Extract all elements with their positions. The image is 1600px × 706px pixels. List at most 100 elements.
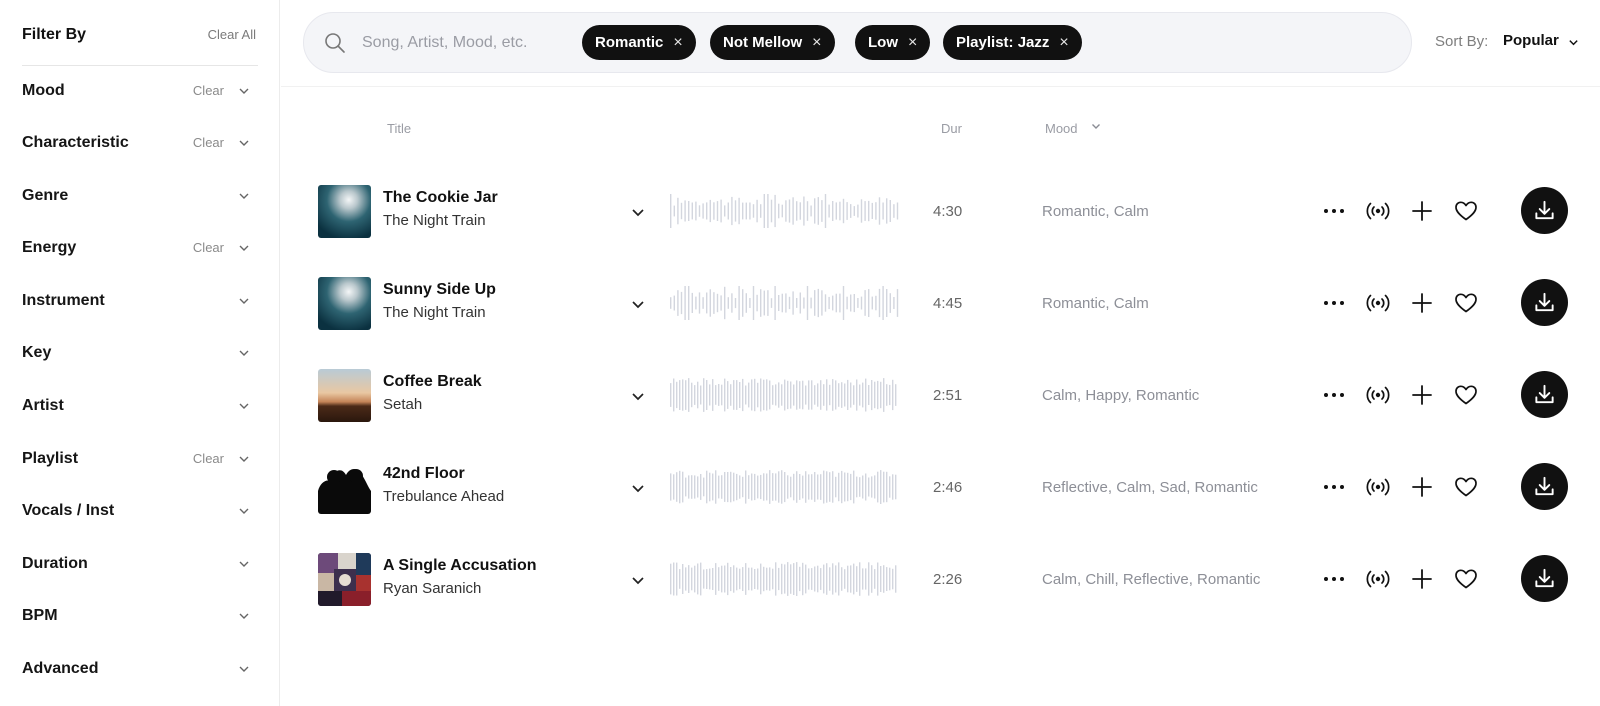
track-artist[interactable]: Setah <box>383 396 422 413</box>
heart-icon[interactable] <box>1453 198 1479 224</box>
filter-chip-playlist-jazz[interactable]: Playlist: Jazz × <box>943 25 1082 60</box>
download-button[interactable] <box>1521 371 1568 418</box>
track-title[interactable]: Sunny Side Up <box>383 281 496 299</box>
chevron-down-icon <box>239 561 249 567</box>
filter-playlist[interactable]: Playlist Clear <box>22 439 258 479</box>
track-row[interactable]: A Single Accusation Ryan Saranich 2:26 C… <box>281 533 1600 625</box>
filter-characteristic[interactable]: Characteristic Clear <box>22 123 258 163</box>
plus-icon[interactable] <box>1409 566 1435 592</box>
plus-icon[interactable] <box>1409 198 1435 224</box>
filter-label: Genre <box>22 187 69 204</box>
radio-broadcast-icon[interactable] <box>1365 290 1391 316</box>
chevron-down-icon[interactable] <box>630 388 646 404</box>
album-art[interactable] <box>318 277 371 330</box>
track-duration: 2:26 <box>933 571 963 588</box>
track-artist[interactable]: The Night Train <box>383 304 486 321</box>
track-row[interactable]: 42nd Floor Trebulance Ahead 2:46 Reflect… <box>281 441 1600 533</box>
column-header-mood[interactable]: Mood <box>1045 121 1078 136</box>
heart-icon[interactable] <box>1453 382 1479 408</box>
close-icon[interactable]: × <box>1059 25 1068 60</box>
plus-icon[interactable] <box>1409 382 1435 408</box>
filter-artist[interactable]: Artist <box>22 386 258 426</box>
radio-broadcast-icon[interactable] <box>1365 382 1391 408</box>
radio-broadcast-icon[interactable] <box>1365 198 1391 224</box>
track-artist[interactable]: Trebulance Ahead <box>383 488 504 505</box>
heart-icon[interactable] <box>1453 474 1479 500</box>
download-button[interactable] <box>1521 463 1568 510</box>
filter-sidebar: Filter By Clear All Mood Clear Character… <box>0 0 280 706</box>
track-moods: Romantic, Calm <box>1042 203 1149 220</box>
more-options-icon[interactable] <box>1321 474 1347 500</box>
radio-broadcast-icon[interactable] <box>1365 474 1391 500</box>
filter-advanced[interactable]: Advanced <box>22 649 258 689</box>
track-title[interactable]: 42nd Floor <box>383 465 465 483</box>
filter-instrument[interactable]: Instrument <box>22 281 258 321</box>
filter-key[interactable]: Key <box>22 333 258 373</box>
close-icon[interactable]: × <box>908 25 917 60</box>
more-options-icon[interactable] <box>1321 566 1347 592</box>
album-art[interactable] <box>318 369 371 422</box>
download-icon <box>1535 292 1554 312</box>
download-icon <box>1535 200 1554 220</box>
more-options-icon[interactable] <box>1321 198 1347 224</box>
chevron-down-icon[interactable] <box>1091 121 1101 131</box>
filter-clear-button[interactable]: Clear <box>193 451 224 466</box>
filter-clear-button[interactable]: Clear <box>193 240 224 255</box>
album-art[interactable] <box>318 553 371 606</box>
track-row[interactable]: The Cookie Jar The Night Train 4:30 Roma… <box>281 165 1600 257</box>
filter-energy[interactable]: Energy Clear <box>22 228 258 268</box>
track-title[interactable]: Coffee Break <box>383 373 482 391</box>
album-art[interactable] <box>318 461 371 514</box>
chevron-down-icon <box>239 613 249 619</box>
filter-clear-button[interactable]: Clear <box>193 83 224 98</box>
filter-duration[interactable]: Duration <box>22 544 258 584</box>
more-options-icon[interactable] <box>1321 290 1347 316</box>
more-options-icon[interactable] <box>1321 382 1347 408</box>
chevron-down-icon[interactable] <box>630 480 646 496</box>
heart-icon[interactable] <box>1453 566 1479 592</box>
filter-bpm[interactable]: BPM <box>22 596 258 636</box>
search-input[interactable] <box>362 30 562 56</box>
filter-chip-romantic[interactable]: Romantic × <box>582 25 696 60</box>
track-title[interactable]: The Cookie Jar <box>383 189 498 207</box>
filter-chip-not-mellow[interactable]: Not Mellow × <box>710 25 835 60</box>
clear-all-button[interactable]: Clear All <box>208 27 256 42</box>
waveform[interactable] <box>669 561 899 597</box>
waveform[interactable] <box>669 377 899 413</box>
download-button[interactable] <box>1521 187 1568 234</box>
chevron-down-icon[interactable] <box>630 204 646 220</box>
track-row[interactable]: Sunny Side Up The Night Train 4:45 Roman… <box>281 257 1600 349</box>
track-artist[interactable]: Ryan Saranich <box>383 580 481 597</box>
close-icon[interactable]: × <box>812 25 821 60</box>
plus-icon[interactable] <box>1409 290 1435 316</box>
album-art[interactable] <box>318 185 371 238</box>
waveform[interactable] <box>669 285 899 321</box>
chevron-down-icon <box>239 403 249 409</box>
track-artist[interactable]: The Night Train <box>383 212 486 229</box>
filter-mood[interactable]: Mood Clear <box>22 71 258 111</box>
chevron-down-icon[interactable] <box>630 296 646 312</box>
download-button[interactable] <box>1521 555 1568 602</box>
plus-icon[interactable] <box>1409 474 1435 500</box>
filter-chip-low[interactable]: Low × <box>855 25 931 60</box>
heart-icon[interactable] <box>1453 290 1479 316</box>
filter-genre[interactable]: Genre <box>22 176 258 216</box>
chevron-down-icon[interactable] <box>1568 37 1579 48</box>
close-icon[interactable]: × <box>673 25 682 60</box>
waveform[interactable] <box>669 193 899 229</box>
track-title[interactable]: A Single Accusation <box>383 557 537 575</box>
filter-label: Energy <box>22 239 77 256</box>
search-icon[interactable] <box>324 32 346 54</box>
waveform[interactable] <box>669 469 899 505</box>
download-icon <box>1535 384 1554 404</box>
chevron-down-icon <box>239 245 249 251</box>
chip-label: Not Mellow <box>723 34 803 51</box>
download-icon <box>1535 568 1554 588</box>
track-row[interactable]: Coffee Break Setah 2:51 Calm, Happy, Rom… <box>281 349 1600 441</box>
download-button[interactable] <box>1521 279 1568 326</box>
filter-vocals-inst[interactable]: Vocals / Inst <box>22 491 258 531</box>
chevron-down-icon[interactable] <box>630 572 646 588</box>
sort-select[interactable]: Popular <box>1503 32 1559 49</box>
radio-broadcast-icon[interactable] <box>1365 566 1391 592</box>
filter-clear-button[interactable]: Clear <box>193 135 224 150</box>
